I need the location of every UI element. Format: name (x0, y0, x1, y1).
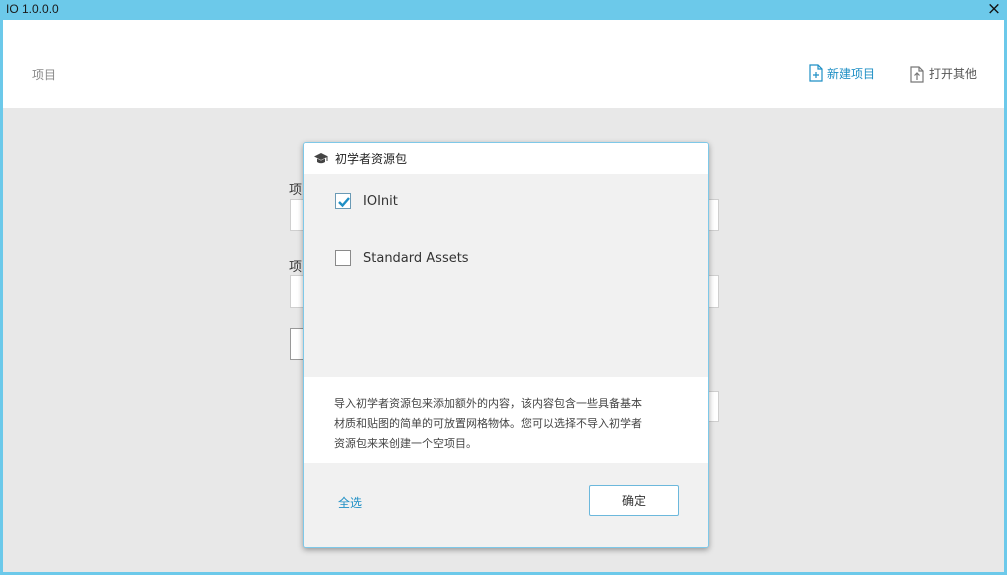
select-all-link[interactable]: 全选 (338, 494, 362, 511)
dialog-description: 导入初学者资源包来添加额外的内容，该内容包含一些具备基本 材质和贴图的简单的可放… (304, 377, 708, 463)
projects-tab[interactable]: 项目 (32, 66, 56, 83)
package-item-ioinit[interactable]: IOInit (335, 193, 398, 209)
package-item-standard-assets[interactable]: Standard Assets (335, 250, 469, 266)
package-label: Standard Assets (363, 250, 469, 266)
header: 项目 新建项目 打开其他 (3, 20, 1004, 108)
new-project-label: 新建项目 (827, 66, 876, 81)
new-file-icon (809, 64, 823, 82)
ioinit-checkbox[interactable] (335, 193, 351, 209)
dialog-footer: 全选 确定 (304, 463, 708, 547)
check-icon (338, 197, 350, 208)
ok-button[interactable]: 确定 (589, 485, 679, 516)
starter-packages-dialog: 初学者资源包 IOInit Standard Assets 导入初学者资源包来添… (303, 142, 709, 548)
new-project-button[interactable]: 新建项目 (809, 64, 875, 82)
package-list: IOInit Standard Assets (304, 174, 708, 377)
project-location-label: 项 (289, 260, 303, 275)
dialog-title: 初学者资源包 (335, 152, 408, 166)
open-other-button[interactable]: 打开其他 (910, 64, 977, 83)
description-line: 材质和贴图的简单的可放置网格物体。您可以选择不导入初学者 (334, 417, 642, 430)
project-name-label: 项 (289, 183, 303, 198)
standard-assets-checkbox[interactable] (335, 250, 351, 266)
description-line: 资源包来来创建一个空项目。 (334, 437, 477, 450)
dialog-header: 初学者资源包 (304, 143, 708, 174)
package-label: IOInit (363, 193, 398, 209)
window-title: IO 1.0.0.0 (6, 2, 59, 16)
open-file-icon (910, 66, 924, 83)
close-icon[interactable]: × (986, 0, 1002, 19)
title-bar: IO 1.0.0.0 × (0, 0, 1007, 20)
open-other-label: 打开其他 (929, 67, 978, 81)
graduation-cap-icon (314, 153, 328, 164)
description-line: 导入初学者资源包来添加额外的内容，该内容包含一些具备基本 (334, 397, 642, 410)
